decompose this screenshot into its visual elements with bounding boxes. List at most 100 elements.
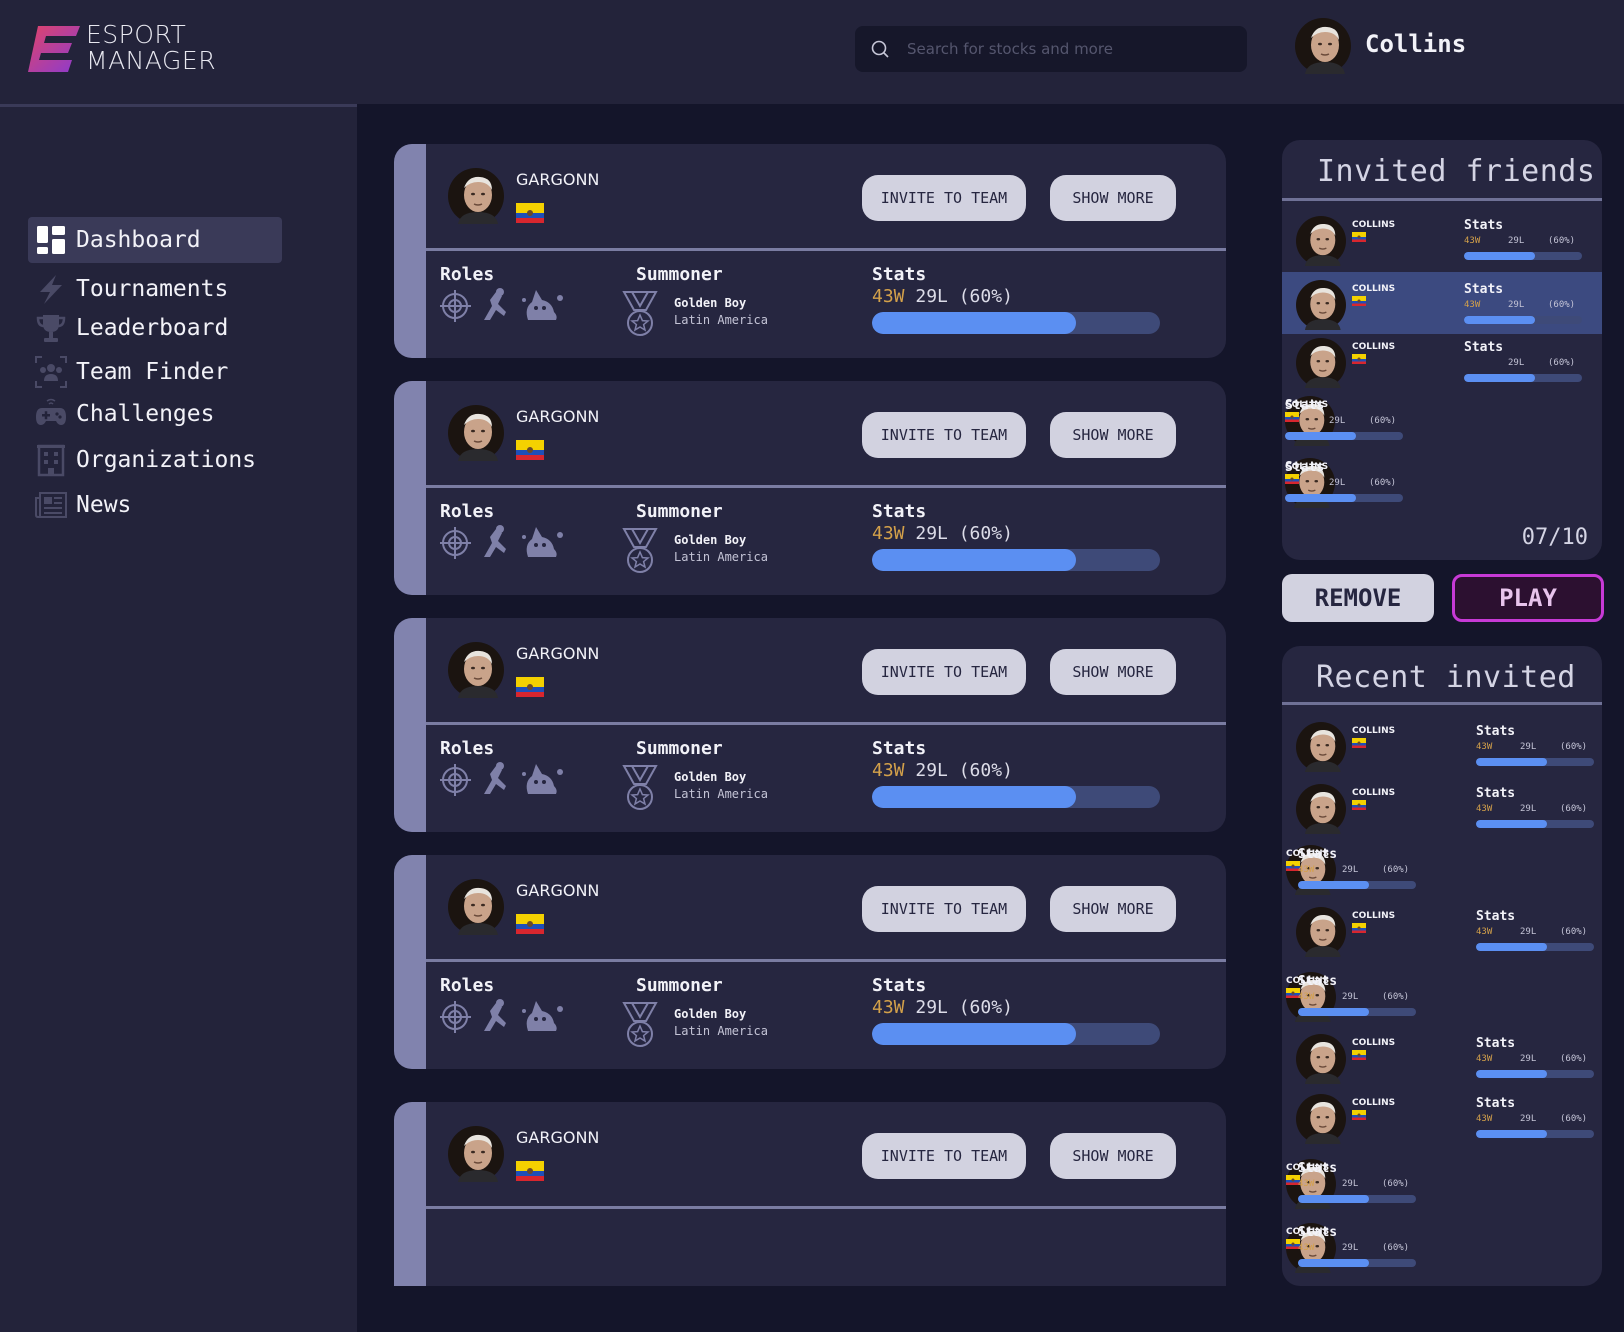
winrate-fill <box>1298 1008 1369 1016</box>
friend-row[interactable]: COLLINS Stats 43W 29L (60%) <box>1282 1086 1602 1148</box>
winrate-fill <box>1476 758 1547 766</box>
roles-icons <box>440 999 563 1033</box>
country-flag-icon <box>1352 1050 1366 1060</box>
friend-stats-heading: Stats <box>1464 218 1504 233</box>
crosshair-icon <box>440 1001 471 1033</box>
friend-avatar <box>1296 216 1346 266</box>
country-flag-icon <box>1352 1110 1366 1120</box>
winrate-bar <box>1298 881 1416 889</box>
stat-losses: 29L <box>1508 236 1525 246</box>
nav-item-news[interactable]: News <box>28 482 282 528</box>
country-flag-icon <box>1352 738 1366 748</box>
friend-row[interactable]: COLLINS Stats 29L (60%) <box>1282 330 1602 392</box>
nav-item-challenges[interactable]: Challenges <box>28 391 282 437</box>
friend-name: COLLINS <box>1352 1038 1396 1048</box>
stat-losses: 29L <box>1520 742 1537 752</box>
invite-to-team-button[interactable]: INVITE TO TEAM <box>862 175 1026 221</box>
dashboard-icon <box>37 226 65 254</box>
winrate-fill <box>1285 432 1356 440</box>
friend-name: COLLINS <box>1352 726 1396 736</box>
summoner-region: Latin America <box>674 1024 768 1038</box>
invite-to-team-button[interactable]: INVITE TO TEAM <box>862 412 1026 458</box>
stat-wins: 43W <box>1476 927 1493 937</box>
player-avatar <box>448 405 504 461</box>
nav-item-team-finder[interactable]: Team Finder <box>28 349 282 395</box>
mage-icon <box>522 764 563 794</box>
invite-to-team-button[interactable]: INVITE TO TEAM <box>862 1133 1026 1179</box>
panel-title: Invited friends <box>1317 154 1596 189</box>
show-more-button[interactable]: SHOW MORE <box>1050 1133 1176 1179</box>
stat-losses: 29L <box>1342 992 1359 1002</box>
brand-logo[interactable]: ESPORT MANAGER <box>28 22 248 78</box>
stat-percent: (60%) <box>958 523 1013 544</box>
friend-stats-heading: Stats <box>1476 1096 1516 1111</box>
friend-stats-heading: Stats <box>1298 1161 1338 1176</box>
winrate-fill <box>1464 316 1535 324</box>
friend-row[interactable]: COLLINS Stats 43W 29L (60%) <box>1282 714 1602 776</box>
friend-row[interactable]: COLLINS Stats 29L (60%) <box>1282 388 1602 450</box>
friend-row[interactable]: COLLINS Stats 29L (60%) <box>1282 450 1602 512</box>
medal-icon <box>622 1002 658 1047</box>
friend-row[interactable]: COLLINS Stats 43W 29L (60%) <box>1282 272 1602 334</box>
friend-row[interactable]: COLLINS Stats 43W 29L (60%) <box>1282 964 1602 1026</box>
winrate-bar <box>1298 1259 1416 1267</box>
brand-name: ESPORT MANAGER <box>86 22 216 74</box>
friend-row[interactable]: COLLINS Stats 43W 29L (60%) <box>1282 1215 1602 1277</box>
country-flag-icon <box>1352 800 1366 810</box>
show-more-button[interactable]: SHOW MORE <box>1050 649 1176 695</box>
winrate-fill <box>1298 1259 1369 1267</box>
friend-row[interactable]: COLLINS Stats 43W 29L (60%) <box>1282 899 1602 961</box>
search-input[interactable] <box>907 26 1227 72</box>
friend-row[interactable]: COLLINS Stats 43W 29L (60%) <box>1282 1151 1602 1213</box>
show-more-button[interactable]: SHOW MORE <box>1050 886 1176 932</box>
nav-item-organizations[interactable]: Organizations <box>28 437 282 483</box>
card-divider <box>426 248 1226 251</box>
show-more-button[interactable]: SHOW MORE <box>1050 412 1176 458</box>
roles-icons <box>440 288 563 322</box>
friend-row[interactable]: COLLINS Stats 43W 29L (60%) <box>1282 837 1602 899</box>
country-flag-icon <box>1285 474 1299 484</box>
friend-stats-record: 43W 29L (60%) <box>1476 742 1596 752</box>
medal-icon <box>622 765 658 810</box>
friend-name: COLLINS <box>1352 1098 1396 1108</box>
summoner-name: Golden Boy <box>674 533 747 547</box>
winrate-fill <box>1476 943 1547 951</box>
play-button[interactable]: PLAY <box>1452 574 1604 622</box>
winrate-bar <box>872 549 1160 571</box>
country-flag-icon <box>516 1161 544 1181</box>
winrate-fill <box>872 1023 1077 1045</box>
winrate-bar <box>1476 1130 1594 1138</box>
stat-percent: (60%) <box>1560 927 1588 937</box>
stat-losses: 29L <box>1520 927 1537 937</box>
friend-stats-record: 43W 29L (60%) <box>1476 1054 1596 1064</box>
player-avatar <box>448 879 504 935</box>
nav-item-leaderboard[interactable]: Leaderboard <box>28 305 282 351</box>
friend-row[interactable]: COLLINS Stats 43W 29L (60%) <box>1282 776 1602 838</box>
friend-row[interactable]: COLLINS Stats 43W 29L (60%) <box>1282 1026 1602 1088</box>
friend-name: COLLINS <box>1352 911 1396 921</box>
friend-stats-heading: Stats <box>1285 398 1325 413</box>
player-card: GARGONN INVITE TO TEAM SHOW MORE Roles S… <box>394 618 1226 832</box>
nav-label: Team Finder <box>76 359 229 385</box>
nav-label: Leaderboard <box>76 315 229 341</box>
stat-wins: 43W <box>1298 1179 1315 1189</box>
friend-avatar <box>1296 907 1346 957</box>
friend-name: COLLINS <box>1352 284 1396 294</box>
friend-row[interactable]: COLLINS Stats 43W 29L (60%) <box>1282 208 1602 270</box>
winrate-fill <box>1298 881 1369 889</box>
friend-stats-record: 43W 29L (60%) <box>1476 804 1596 814</box>
nav-item-dashboard[interactable]: Dashboard <box>28 217 282 263</box>
winrate-bar <box>1476 943 1594 951</box>
invite-to-team-button[interactable]: INVITE TO TEAM <box>862 886 1026 932</box>
winrate-fill <box>872 549 1077 571</box>
stat-percent: (60%) <box>1560 1054 1588 1064</box>
stat-percent: (60%) <box>1548 300 1576 310</box>
player-avatar <box>448 642 504 698</box>
stat-wins: 43W <box>1298 865 1315 875</box>
stat-percent: (60%) <box>1382 1179 1410 1189</box>
stats-record: 43W 29L (60%) <box>872 523 1013 544</box>
invite-to-team-button[interactable]: INVITE TO TEAM <box>862 649 1026 695</box>
show-more-button[interactable]: SHOW MORE <box>1050 175 1176 221</box>
remove-button[interactable]: REMOVE <box>1282 574 1434 622</box>
trophy-icon <box>36 315 66 342</box>
